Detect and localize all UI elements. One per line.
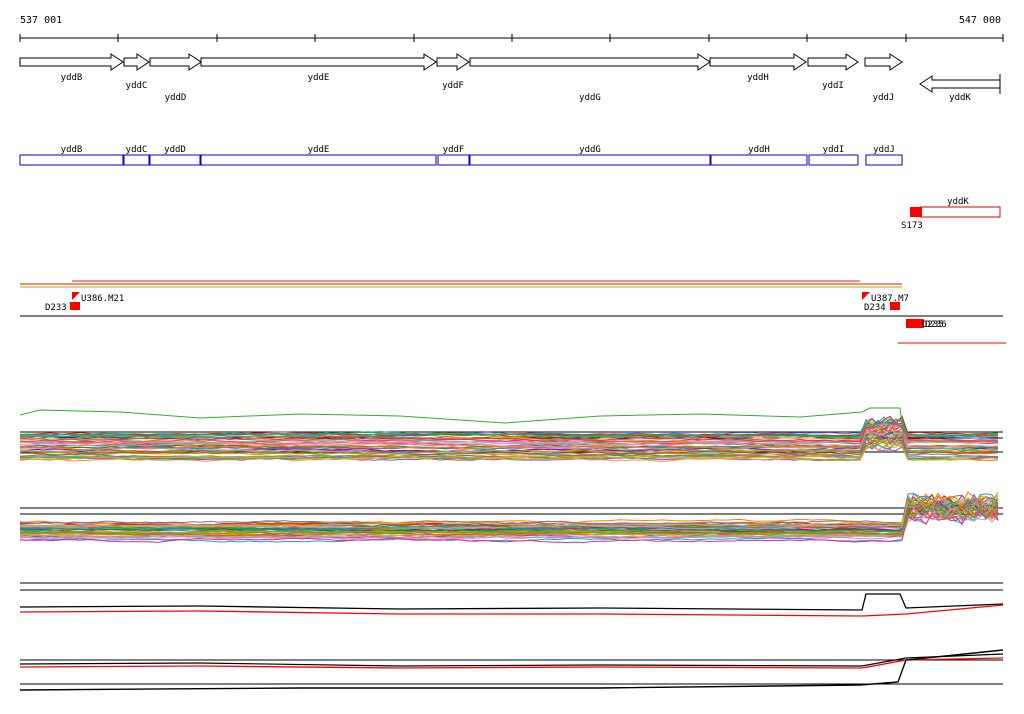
- gene-label-yddI: yddI: [822, 81, 844, 91]
- cds-reverse-marker-label: S173: [901, 221, 923, 231]
- gene-arrow-yddF[interactable]: [436, 53, 470, 71]
- summary-panel-1: [19, 582, 1004, 617]
- feature-track: U386.M21 D233 U387.M7 D234 D235 D236: [20, 280, 1006, 344]
- cds-label-yddI: yddI: [823, 145, 845, 155]
- cds-label-yddG: yddG: [579, 145, 601, 155]
- gene-label-yddH: yddH: [747, 73, 769, 83]
- feature-marker-d233[interactable]: [70, 302, 80, 310]
- gene-arrow-yddK[interactable]: [919, 75, 1001, 93]
- gene-arrow-yddB[interactable]: [19, 53, 124, 71]
- feature-label-d236: D236: [925, 320, 947, 330]
- cds-box-yddE[interactable]: [200, 154, 437, 166]
- gene-arrow-yddD[interactable]: [149, 53, 202, 71]
- cds-reverse-marker[interactable]: [910, 207, 922, 217]
- gene-arrow-yddH[interactable]: [709, 53, 807, 71]
- summary-line-black: [19, 593, 1004, 611]
- gene-label-yddE: yddE: [308, 73, 330, 83]
- gene-label-yddG: yddG: [579, 93, 601, 103]
- expression-panel-1: [19, 407, 1003, 462]
- expression-panel-2: [19, 491, 1003, 544]
- feature-label-d233: D233: [45, 303, 67, 313]
- gene-label-yddD: yddD: [165, 93, 187, 103]
- cds-box-yddB[interactable]: [19, 154, 124, 166]
- cds-label-yddH: yddH: [748, 145, 770, 155]
- cds-box-yddI[interactable]: [808, 154, 859, 166]
- feature-marker-u386[interactable]: [72, 292, 80, 300]
- summary-panel-2: [19, 649, 1004, 691]
- gene-label-yddC: yddC: [126, 81, 148, 91]
- ruler-start-label: 537 001: [20, 15, 62, 26]
- cds-box-yddD[interactable]: [149, 154, 201, 166]
- genome-browser-view: 537 001 547 000 yddB yddC yddD yddE yddF yddG…: [19, 15, 1006, 691]
- gene-arrow-track: yddB yddC yddD yddE yddF yddG yddH yddI yddJ yddK: [19, 53, 1001, 103]
- gene-label-yddB: yddB: [61, 73, 83, 83]
- gene-arrow-yddJ[interactable]: [864, 53, 903, 71]
- cds-label-yddJ: yddJ: [873, 145, 895, 155]
- gene-label-yddK: yddK: [949, 93, 971, 103]
- cds-box-yddC[interactable]: [123, 154, 150, 166]
- gene-arrow-yddC[interactable]: [123, 53, 150, 71]
- cds-box-yddH[interactable]: [710, 154, 808, 166]
- cds-label-yddC: yddC: [126, 145, 148, 155]
- gene-label-yddF: yddF: [442, 81, 464, 91]
- coordinate-ruler: 537 001 547 000: [19, 15, 1004, 42]
- expression-line: [19, 493, 999, 525]
- reverse-cds-track: yddK S173: [901, 197, 1001, 231]
- feature-label-d234: D234: [864, 303, 886, 313]
- cds-label-yddB: yddB: [61, 145, 83, 155]
- gene-arrow-yddI[interactable]: [807, 53, 859, 71]
- gene-arrow-yddE[interactable]: [200, 53, 437, 71]
- cds-box-yddJ[interactable]: [865, 154, 903, 166]
- cds-label-yddD: yddD: [164, 145, 186, 155]
- cds-reverse-label: yddK: [947, 197, 969, 207]
- feature-label-u386: U386.M21: [81, 294, 124, 304]
- cds-box-yddF[interactable]: [437, 154, 470, 166]
- gene-arrow-yddG[interactable]: [469, 53, 711, 71]
- cds-reverse-box[interactable]: [919, 206, 1001, 218]
- cds-box-yddG[interactable]: [469, 154, 711, 166]
- ruler-end-label: 547 000: [959, 15, 1001, 26]
- cds-label-yddE: yddE: [308, 145, 330, 155]
- gene-label-yddJ: yddJ: [873, 93, 895, 103]
- cds-label-yddF: yddF: [443, 145, 465, 155]
- cds-track: yddB yddC yddD yddE yddF yddG yddH yddI yddJ: [19, 145, 903, 166]
- feature-marker-u387[interactable]: [862, 292, 870, 300]
